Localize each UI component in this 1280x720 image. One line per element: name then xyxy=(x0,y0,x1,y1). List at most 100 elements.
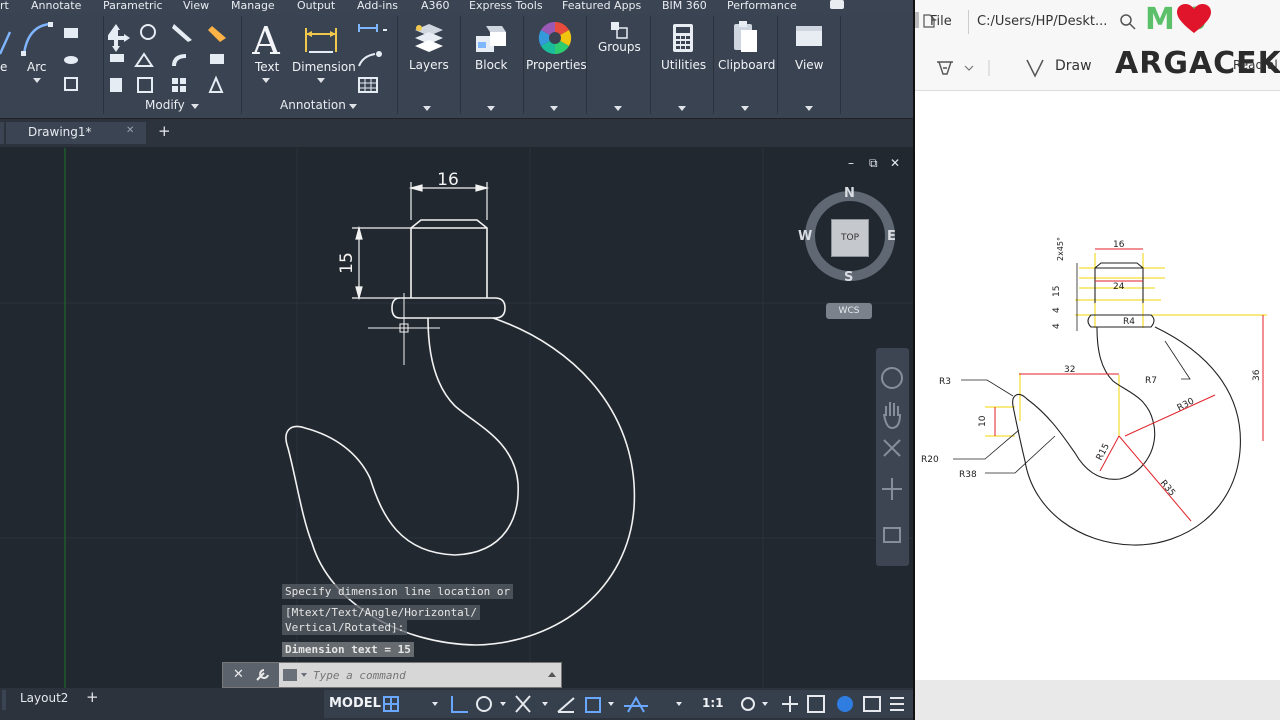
panel-separator xyxy=(840,16,841,114)
ribbon-tab-manage[interactable]: Manage xyxy=(231,0,275,12)
crosshair-cursor-icon xyxy=(368,293,440,365)
utilities-dropdown-icon[interactable] xyxy=(678,106,686,111)
text-dropdown-icon[interactable] xyxy=(262,78,270,83)
command-input[interactable] xyxy=(311,665,551,685)
compass-north[interactable]: N xyxy=(844,186,855,201)
layout-tab-edge[interactable] xyxy=(2,690,6,710)
command-history-line: Specify dimension line location or xyxy=(282,584,514,599)
dimension-button-label[interactable]: Dimension xyxy=(292,60,356,74)
drawing1-tab[interactable]: Drawing1* ✕ xyxy=(6,122,146,144)
panel-separator xyxy=(241,16,242,114)
status-toggles-icon[interactable] xyxy=(378,692,908,718)
layers-icon[interactable] xyxy=(411,20,445,56)
compass-east[interactable]: E xyxy=(887,229,896,244)
ribbon-tab-insert[interactable]: rt xyxy=(0,0,9,12)
ribbon-tab-annotate[interactable]: Annotate xyxy=(31,0,81,12)
panel-separator xyxy=(713,16,714,114)
view-dropdown-icon[interactable] xyxy=(805,106,813,111)
arc-button-label[interactable]: Arc xyxy=(27,60,46,74)
new-layout-icon[interactable]: + xyxy=(86,688,99,706)
layers-button-label[interactable]: Layers xyxy=(409,58,449,72)
panel-separator xyxy=(397,16,398,114)
address-url[interactable]: C:/Users/HP/Deskt... xyxy=(977,14,1107,29)
draw-tool-icon[interactable] xyxy=(1025,58,1045,78)
clipboard-dropdown-icon[interactable] xyxy=(741,106,749,111)
start-tab-edge[interactable] xyxy=(0,122,4,144)
utilities-calculator-icon[interactable] xyxy=(669,22,697,54)
annotation-dropdown-icon[interactable] xyxy=(349,104,357,109)
compass-west[interactable]: W xyxy=(798,229,812,244)
wcs-menu[interactable]: WCS xyxy=(826,303,872,319)
panel-separator xyxy=(586,16,587,114)
viewport-restore-icon[interactable]: ⧉ xyxy=(869,156,878,171)
draw-button-label[interactable]: Draw xyxy=(1055,58,1092,74)
ribbon-tab-addins[interactable]: Add-ins xyxy=(357,0,398,12)
annotation-panel-title[interactable]: Annotation xyxy=(280,98,346,112)
viewcube[interactable]: TOP N S E W xyxy=(798,186,900,296)
ribbon-tab-bim360[interactable]: BIM 360 xyxy=(662,0,707,12)
panel-separator xyxy=(523,16,524,114)
pdf-back-edge[interactable] xyxy=(915,12,919,28)
highlight-tool-icon[interactable] xyxy=(935,58,991,78)
viewport-minimize-icon[interactable]: – xyxy=(848,156,854,170)
properties-dropdown-icon[interactable] xyxy=(550,106,558,111)
close-tab-icon[interactable]: ✕ xyxy=(126,125,134,136)
block-button-label[interactable]: Block xyxy=(475,58,507,72)
ref-dim-4-b: 4 xyxy=(1052,323,1062,329)
viewport-close-icon[interactable]: ✕ xyxy=(890,156,900,170)
panel-separator xyxy=(777,16,778,114)
viewcube-top-face[interactable]: TOP xyxy=(831,219,869,257)
command-customize-wrench-icon[interactable] xyxy=(255,668,271,682)
navigation-tools-icon[interactable] xyxy=(876,348,909,566)
utilities-button-label[interactable]: Utilities xyxy=(661,58,706,72)
draw-tools-column-icon[interactable] xyxy=(62,24,84,104)
annotation-tools-column-icon[interactable] xyxy=(357,22,391,96)
line-tool-icon[interactable] xyxy=(0,26,12,56)
command-history-toggle-icon[interactable] xyxy=(548,672,556,677)
arc-dropdown-icon[interactable] xyxy=(33,78,41,83)
ribbon-tab-output[interactable]: Output xyxy=(297,0,335,12)
dimension-16-text: 16 xyxy=(437,170,459,190)
layers-dropdown-icon[interactable] xyxy=(423,106,431,111)
zoom-icon[interactable] xyxy=(1120,14,1136,30)
ribbon-minimize-icon[interactable] xyxy=(830,0,844,9)
command-close-icon[interactable]: ✕ xyxy=(233,667,244,682)
modify-panel-title[interactable]: Modify xyxy=(145,98,185,112)
reference-hook-outline xyxy=(1012,262,1241,546)
block-dropdown-icon[interactable] xyxy=(487,106,495,111)
dimension-tool-icon[interactable] xyxy=(303,22,339,58)
ribbon-tab-view[interactable]: View xyxy=(183,0,209,12)
new-tab-icon[interactable]: + xyxy=(158,122,171,140)
block-icon[interactable] xyxy=(474,22,508,56)
status-bar: Layout2 + MODEL 1:1 xyxy=(0,688,913,720)
text-tool-icon[interactable]: A xyxy=(251,20,281,60)
properties-button-label[interactable]: Properties xyxy=(526,58,587,72)
ref-dim-36: 36 xyxy=(1252,369,1262,381)
ribbon-tab-a360[interactable]: A360 xyxy=(421,0,450,12)
text-button-label[interactable]: Text xyxy=(255,60,279,74)
clipboard-icon[interactable] xyxy=(731,20,759,54)
dimension-dropdown-icon[interactable] xyxy=(317,78,325,83)
ribbon-tab-featured-apps[interactable]: Featured Apps xyxy=(562,0,641,12)
modify-dropdown-icon[interactable] xyxy=(191,104,199,109)
view-button-label[interactable]: View xyxy=(795,58,823,72)
command-recent-icon[interactable] xyxy=(283,669,309,681)
drawing-canvas[interactable]: 16 15 – ⧉ ✕ TOP N S E W WCS Specify dime… xyxy=(0,148,913,688)
clipboard-button-label[interactable]: Clipboard xyxy=(718,58,775,72)
groups-dropdown-icon[interactable] xyxy=(614,106,622,111)
compass-south[interactable]: S xyxy=(844,270,853,285)
groups-icon[interactable] xyxy=(609,20,629,40)
ribbon-tab-performance[interactable]: Performance xyxy=(727,0,797,12)
properties-color-wheel-icon[interactable] xyxy=(537,20,573,56)
groups-button-label[interactable]: Groups xyxy=(598,40,641,54)
ribbon-tab-express-tools[interactable]: Express Tools xyxy=(469,0,543,12)
modify-tools-grid-icon[interactable] xyxy=(108,22,238,96)
annotation-scale-button[interactable]: 1:1 xyxy=(702,696,724,710)
layout2-tab[interactable]: Layout2 xyxy=(20,691,68,705)
read-aloud-button[interactable]: Read al xyxy=(1233,58,1278,72)
command-history-line: Dimension text = 15 xyxy=(282,642,414,657)
view-icon[interactable] xyxy=(794,24,824,50)
arc-tool-icon[interactable] xyxy=(20,20,54,60)
ribbon-tab-parametric[interactable]: Parametric xyxy=(103,0,163,12)
model-space-button[interactable]: MODEL xyxy=(329,696,381,711)
